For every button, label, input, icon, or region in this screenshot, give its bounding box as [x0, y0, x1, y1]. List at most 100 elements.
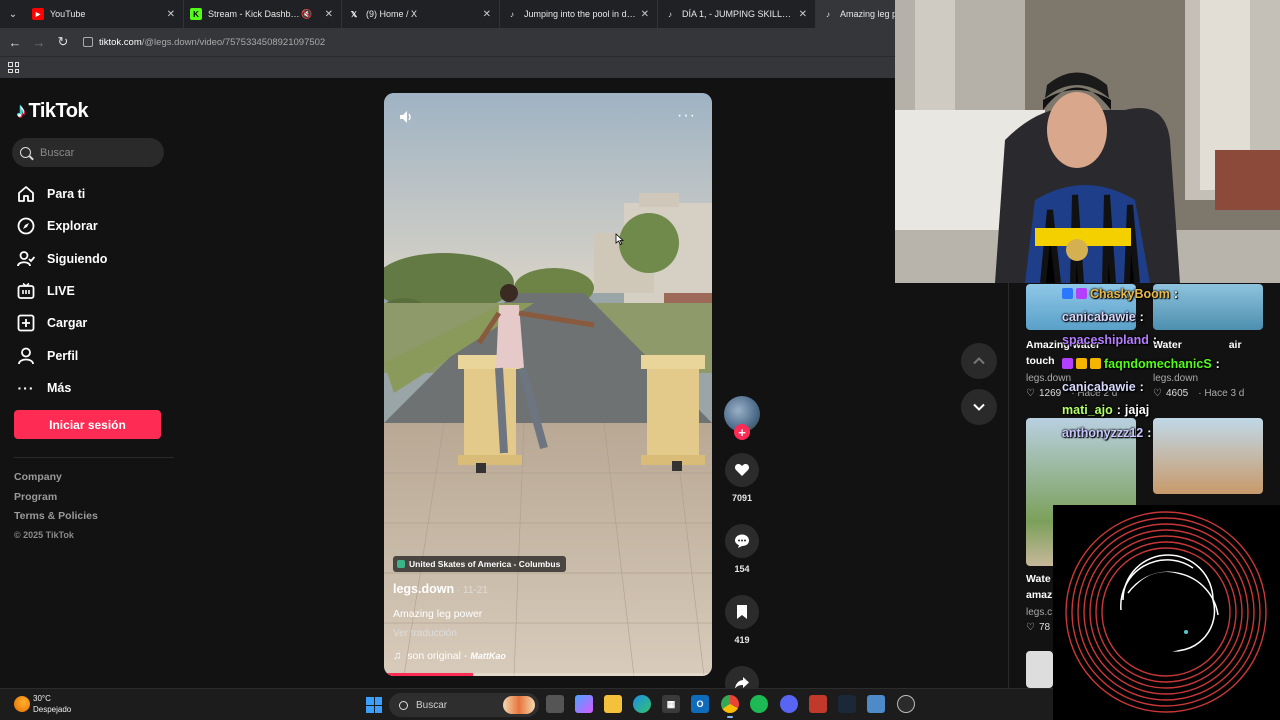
mute-icon[interactable]: 🔇	[301, 9, 312, 20]
sidebar-item-cargar[interactable]: Cargar	[16, 307, 186, 339]
tab-kick[interactable]: K Stream - Kick Dashboard 🔇 ✕	[184, 0, 342, 28]
location-tag[interactable]: United Skates of America - Columbus	[393, 556, 567, 572]
obs-icon[interactable]	[897, 695, 915, 713]
chat-message: ChaskyBoom:	[1062, 282, 1280, 305]
recommendation-stats: ♡ 78	[1026, 622, 1051, 633]
url-field[interactable]: tiktok.com/@legs.down/video/757533450892…	[83, 37, 325, 48]
weather-widget[interactable]: 30°C Despejado	[14, 693, 71, 715]
sidebar-nav: Para ti Explorar Siguiendo LIVE Cargar P…	[16, 178, 186, 404]
recommendation-thumbnail[interactable]	[1026, 651, 1053, 688]
copilot-icon[interactable]	[575, 695, 593, 713]
outlook-icon[interactable]: O	[691, 695, 709, 713]
heart-outline-icon: ♡	[1026, 388, 1035, 399]
x-icon: 𝕏	[350, 9, 358, 19]
comment-action[interactable]: 154	[721, 524, 763, 574]
comment-icon[interactable]	[725, 524, 759, 558]
tab-search-menu[interactable]: ⌄	[0, 0, 26, 28]
tab-tiktok-jumping[interactable]: ♪ DÍA 1, - JUMPING SKILLS #arge ✕	[658, 0, 816, 28]
badge-icon	[1076, 288, 1087, 300]
mouse-cursor-icon	[615, 233, 624, 245]
sound-link[interactable]: ♫ son original - MattKao	[393, 650, 506, 662]
tab-x[interactable]: 𝕏 (9) Home / X ✕	[342, 0, 500, 28]
video-author[interactable]: legs.down · 11-21	[393, 582, 488, 596]
follow-plus-icon[interactable]: +	[734, 424, 750, 440]
video-actions: + 7091 154 419 5243	[721, 396, 763, 716]
footer-link-company[interactable]: Company	[14, 471, 98, 491]
next-video-button[interactable]	[961, 389, 997, 425]
taskbar-search[interactable]: Buscar	[389, 693, 539, 717]
reload-icon[interactable]: ↻	[51, 34, 75, 50]
badge-icon	[1090, 358, 1101, 370]
recommendation-user[interactable]: legs.c	[1026, 607, 1052, 618]
music-note-icon: ♫	[393, 650, 402, 662]
sidebar-item-perfil[interactable]: Perfil	[16, 339, 186, 371]
badge-icon	[1076, 358, 1087, 370]
chat-message: faqndomechanicS:	[1062, 352, 1280, 375]
tab-youtube[interactable]: ▶ YouTube ✕	[26, 0, 184, 28]
tiktok-icon: ♪	[826, 9, 830, 19]
login-button[interactable]: Iniciar sesión	[14, 410, 161, 439]
more-options-icon[interactable]: ···	[677, 107, 696, 125]
save-action[interactable]: 419	[721, 595, 763, 645]
webcam-frame	[895, 0, 1280, 283]
badge-icon	[1062, 358, 1073, 370]
discord-icon[interactable]	[780, 695, 798, 713]
close-icon[interactable]: ✕	[167, 9, 175, 20]
sidebar-item-explorar[interactable]: Explorar	[16, 210, 186, 242]
heart-icon[interactable]	[725, 453, 759, 487]
tab-tiktok-pool[interactable]: ♪ Jumping into the pool in differe ✕	[500, 0, 658, 28]
recommendation-title[interactable]: Wate amaz	[1026, 571, 1052, 603]
chat-message: canicabawie:	[1062, 379, 1144, 394]
translate-link[interactable]: Ver traducción	[393, 628, 457, 639]
home-icon	[16, 184, 36, 204]
task-view-icon[interactable]	[546, 695, 564, 713]
sidebar-item-mas[interactable]: ··· Más	[16, 372, 186, 404]
close-icon[interactable]: ✕	[799, 9, 807, 20]
kick-icon: K	[190, 8, 202, 20]
chrome-icon[interactable]	[721, 695, 739, 718]
live-chat: ChaskyBoom: canicabawie: spaceshipland: …	[1062, 282, 1280, 445]
previous-video-button[interactable]	[961, 343, 997, 379]
footer-link-program[interactable]: Program	[14, 491, 98, 511]
hyper-icon[interactable]	[809, 695, 827, 713]
author-avatar[interactable]: +	[724, 396, 760, 440]
like-action[interactable]: 7091	[721, 453, 763, 503]
back-arrow-icon[interactable]: ←	[3, 35, 27, 50]
video-player[interactable]: ··· United Skates of America - Columbus …	[384, 93, 712, 676]
bookmark-icon[interactable]	[725, 595, 759, 629]
forward-arrow-icon[interactable]: →	[27, 35, 51, 50]
copyright: © 2025 TikTok	[14, 530, 74, 541]
volume-icon[interactable]	[398, 109, 414, 125]
video-progress-bar[interactable]	[384, 673, 712, 676]
sidebar-item-para-ti[interactable]: Para ti	[16, 178, 186, 210]
close-icon[interactable]: ✕	[483, 9, 491, 20]
more-dots-icon: ···	[17, 379, 35, 396]
video-progress-fill	[384, 673, 473, 676]
steam-icon[interactable]	[838, 695, 856, 713]
spotify-icon[interactable]	[750, 695, 768, 713]
profile-icon	[16, 346, 36, 366]
file-explorer-icon[interactable]	[604, 695, 622, 713]
photos-icon[interactable]	[867, 695, 885, 713]
close-icon[interactable]: ✕	[325, 9, 333, 20]
site-info-icon[interactable]	[83, 37, 93, 47]
search-input[interactable]: Buscar	[12, 138, 164, 167]
chevron-up-icon	[973, 357, 985, 365]
close-icon[interactable]: ✕	[641, 9, 649, 20]
tiktok-icon: ♪	[510, 9, 514, 19]
chat-message: anthonyzzz12:	[1062, 426, 1152, 441]
edge-icon[interactable]	[633, 695, 651, 713]
chat-message: spaceshipland:	[1062, 333, 1158, 348]
store-icon[interactable]: ▦	[662, 695, 680, 713]
tiktok-logo[interactable]: ♪ TikTok	[16, 100, 89, 123]
youtube-icon: ▶	[32, 8, 44, 20]
upload-icon	[16, 313, 36, 333]
sidebar-item-live[interactable]: LIVE	[16, 275, 186, 307]
video-caption: Amazing leg power	[393, 608, 483, 620]
live-icon	[16, 281, 36, 301]
windows-start-icon[interactable]	[366, 697, 382, 713]
apps-grid-icon[interactable]	[8, 62, 19, 73]
footer-link-terms[interactable]: Terms & Policies	[14, 510, 98, 530]
sidebar-item-siguiendo[interactable]: Siguiendo	[16, 243, 186, 275]
compass-icon	[16, 216, 36, 236]
